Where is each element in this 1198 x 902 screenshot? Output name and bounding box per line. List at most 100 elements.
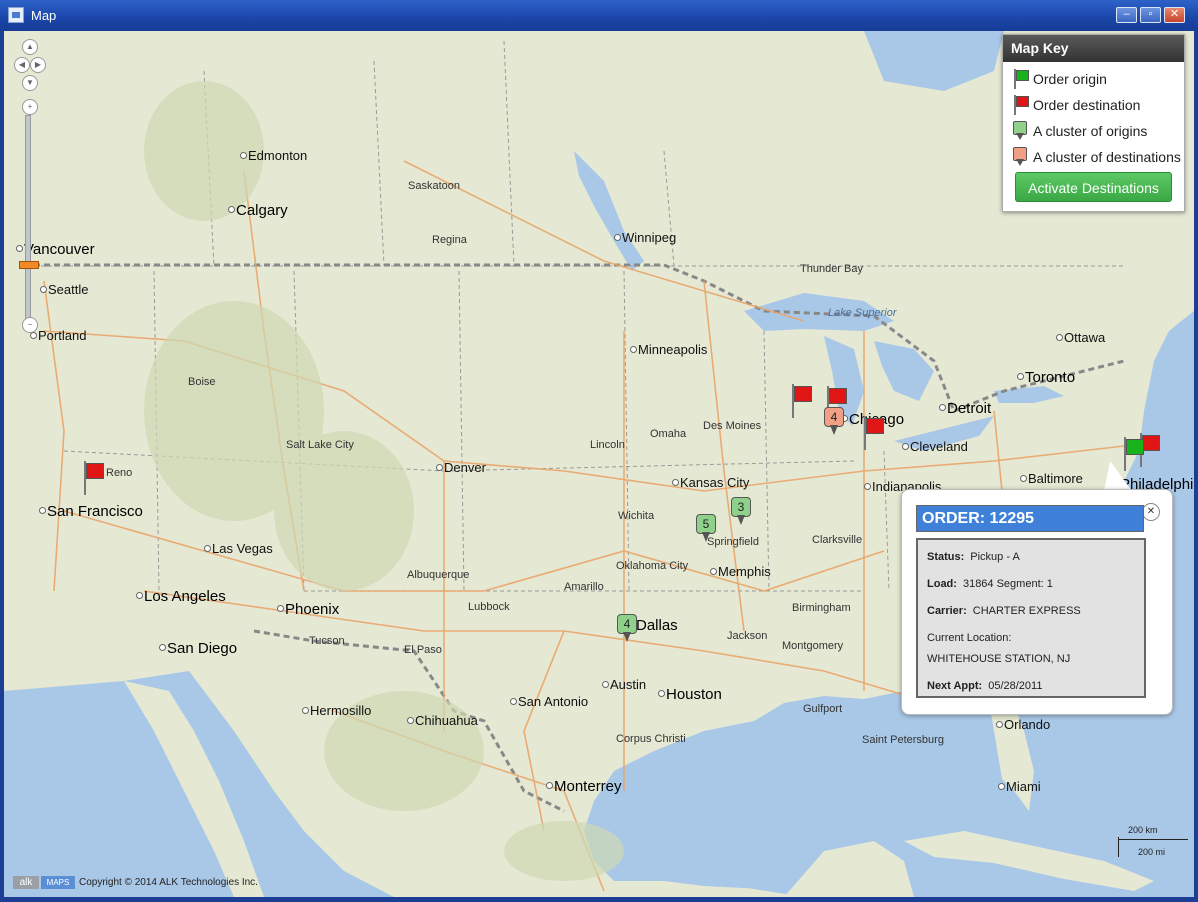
city-dot	[630, 346, 637, 353]
city-dot	[510, 698, 517, 705]
zoom-in-button[interactable]: +	[22, 99, 38, 115]
next-appt-field: Next Appt: 05/28/2011	[927, 680, 1043, 692]
map-label: Jackson	[727, 630, 768, 642]
city-dot	[546, 782, 553, 789]
scale-km: 200 km	[1128, 825, 1158, 835]
destination-flag[interactable]	[861, 416, 887, 452]
map-key-title: Map Key	[1003, 35, 1184, 62]
status-field: Status: Pickup - A	[927, 551, 1020, 563]
map-label: Minneapolis	[638, 342, 708, 357]
map-label: Tucson	[309, 635, 345, 647]
city-dot	[602, 681, 609, 688]
order-popup: ✕ ORDER: 12295 Status: Pickup - A Load: 31…	[901, 489, 1173, 715]
popup-pointer	[1104, 461, 1132, 491]
map-window: Map – ▫ ✕ Vancouver Seattle Portland San…	[0, 0, 1198, 902]
city-dot	[407, 717, 414, 724]
origin-cluster[interactable]: 3	[731, 497, 751, 525]
map-label: San Antonio	[518, 694, 589, 709]
map-label: Phoenix	[285, 601, 340, 618]
current-location-value: WHITEHOUSE STATION, NJ	[927, 653, 1071, 665]
close-button[interactable]: ✕	[1164, 7, 1185, 23]
app-icon	[8, 7, 24, 23]
destination-cluster[interactable]: 4	[824, 407, 844, 435]
scale-mi: 200 mi	[1138, 847, 1166, 857]
city-dot	[30, 332, 37, 339]
map-label: Chihuahua	[415, 713, 478, 728]
map-label: Saskatoon	[408, 180, 460, 192]
city-dot	[902, 443, 909, 450]
map-label: Wichita	[618, 510, 655, 522]
map-label: Portland	[38, 328, 87, 343]
destination-flag-icon	[1011, 95, 1029, 115]
destination-flag[interactable]	[81, 461, 107, 497]
map-label: Orlando	[1004, 717, 1051, 732]
origin-cluster[interactable]: 5	[696, 514, 716, 542]
origin-cluster-icon	[1011, 121, 1029, 141]
map-label: Amarillo	[564, 581, 604, 593]
map-label: Birmingham	[792, 602, 851, 614]
city-dot	[302, 707, 309, 714]
copyright: alk MAPS Copyright © 2014 ALK Technologies…	[13, 876, 258, 892]
map-label: Lincoln	[590, 439, 625, 451]
alk-logo: alk	[13, 876, 39, 889]
map-label: Toronto	[1025, 369, 1076, 386]
order-title: ORDER: 12295	[916, 505, 1144, 532]
city-dot	[710, 568, 717, 575]
popup-close-icon[interactable]: ✕	[1142, 503, 1160, 521]
zoom-out-button[interactable]: −	[22, 317, 38, 333]
city-dot	[436, 464, 443, 471]
origin-cluster[interactable]: 4	[617, 614, 637, 642]
destination-flag[interactable]	[789, 384, 815, 420]
map-label: Memphis	[718, 564, 771, 579]
pan-up-icon[interactable]: ▲	[22, 39, 38, 55]
current-location-label: Current Location:	[927, 632, 1012, 644]
pan-left-icon[interactable]: ◀	[14, 57, 30, 73]
map-label: Seattle	[48, 282, 89, 297]
city-dot	[277, 605, 284, 612]
zoom-slider-handle[interactable]	[19, 261, 39, 269]
city-dot	[614, 234, 621, 241]
map-label: Clarksville	[812, 534, 863, 546]
city-dot	[39, 507, 46, 514]
maximize-button[interactable]: ▫	[1140, 7, 1161, 23]
pan-down-icon[interactable]: ▼	[22, 75, 38, 91]
map-label: Regina	[432, 234, 467, 246]
city-dot	[672, 479, 679, 486]
map-label: Kansas City	[680, 475, 750, 490]
city-dot	[16, 245, 23, 252]
city-dot	[159, 644, 166, 651]
map-label: Calgary	[236, 202, 288, 219]
pan-right-icon[interactable]: ▶	[30, 57, 46, 73]
city-dot	[996, 721, 1003, 728]
city-dot	[939, 404, 946, 411]
city-dot	[1056, 334, 1063, 341]
map-label: Las Vegas	[212, 541, 273, 556]
city-dot	[136, 592, 143, 599]
map-canvas[interactable]: Vancouver Seattle Portland San Francisco Los…	[4, 31, 1194, 897]
map-label: Detroit	[947, 400, 992, 417]
zoom-slider[interactable]	[25, 115, 31, 327]
map-label: Austin	[610, 677, 647, 692]
title-bar[interactable]: Map – ▫ ✕	[0, 0, 1198, 31]
order-details: Status: Pickup - A Load: 31864 Segment: 1 …	[916, 538, 1146, 698]
destination-cluster-icon	[1011, 147, 1029, 167]
map-label: Albuquerque	[407, 569, 470, 581]
city-dot	[204, 545, 211, 552]
map-label: Dallas	[636, 617, 678, 634]
window-title: Map	[31, 8, 57, 23]
city-dot	[1017, 373, 1024, 380]
map-label: Los Angeles	[144, 588, 226, 605]
map-key: Map Key Order origin Order destination A…	[1002, 34, 1185, 212]
map-label: Omaha	[650, 428, 687, 440]
map-label: El Paso	[404, 644, 442, 656]
map-label: Saint Petersburg	[862, 734, 944, 746]
map-label: Monterrey	[554, 778, 622, 795]
map-label: San Diego	[167, 640, 238, 657]
map-label: Houston	[666, 686, 722, 703]
map-label: Des Moines	[703, 420, 762, 432]
map-label: Denver	[444, 460, 486, 475]
activate-destinations-button[interactable]: Activate Destinations	[1015, 172, 1172, 202]
map-label: Hermosillo	[310, 703, 372, 718]
city-dot	[40, 286, 47, 293]
minimize-button[interactable]: –	[1116, 7, 1137, 23]
